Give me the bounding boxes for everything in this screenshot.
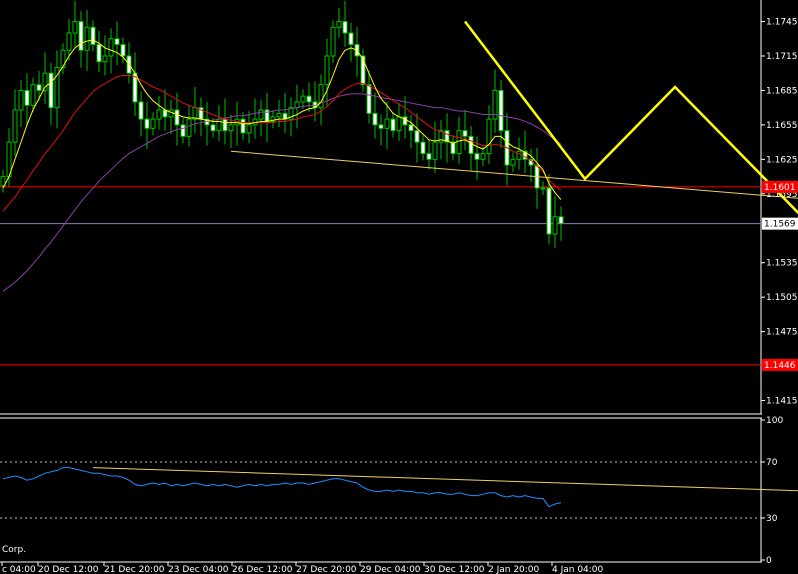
candle-body [66, 32, 72, 51]
candle-body [396, 116, 402, 132]
candle-body [258, 109, 264, 120]
price-axis-label: 1.1625 [766, 155, 798, 165]
candle-body [246, 124, 252, 134]
candle-body [222, 118, 228, 132]
chart-background [0, 0, 798, 574]
time-axis-label: 23 Dec 04:00 [168, 565, 229, 574]
candle-body [474, 153, 480, 160]
candle-body [498, 89, 504, 132]
price-axis-label: 1.1505 [766, 293, 798, 303]
candle-body [540, 187, 546, 190]
candle-body [276, 112, 282, 118]
candle-body [156, 109, 162, 120]
candle-body [30, 84, 36, 106]
candle-body [120, 43, 126, 57]
rsi-axis-label: 100 [766, 416, 783, 426]
candle-body [402, 116, 408, 126]
candle-body [174, 109, 180, 126]
candle-body [240, 118, 246, 134]
time-axis-label: 29 Dec 04:00 [360, 565, 421, 574]
time-axis-label: 4 Jan 04:00 [552, 565, 604, 574]
candle-body [516, 150, 522, 160]
candle-body [180, 124, 186, 137]
candle-body [48, 72, 54, 109]
candle-body [228, 124, 234, 132]
price-axis-label: 1.1745 [766, 18, 798, 28]
candle-body [192, 107, 198, 120]
candle-body [510, 158, 516, 166]
candle-body [96, 43, 102, 63]
time-axis-label: 26 Dec 12:00 [232, 565, 293, 574]
candle-body [186, 118, 192, 137]
candle-body [336, 21, 342, 28]
candle-body [90, 26, 96, 45]
candle-body [12, 109, 18, 143]
candle-body [390, 118, 396, 132]
candle-body [468, 135, 474, 155]
candle-body [84, 26, 90, 51]
candle-body [216, 118, 222, 132]
candle-body [456, 130, 462, 155]
candle-body [300, 95, 306, 103]
candle-body [18, 89, 24, 111]
candle-body [546, 187, 552, 235]
candle-body [114, 38, 120, 45]
candle-body [426, 153, 432, 160]
rsi-axis-label: 30 [766, 514, 778, 524]
candle-body [108, 38, 114, 57]
candle-body [78, 21, 84, 51]
price-tag-label: 1.1446 [764, 361, 796, 371]
time-axis-label: 27 Dec 20:00 [296, 565, 357, 574]
candle-body [378, 124, 384, 129]
time-axis-label: 30 Dec 12:00 [424, 565, 485, 574]
candle-body [102, 55, 108, 63]
candle-body [414, 130, 420, 143]
candle-body [36, 84, 42, 91]
candle-body [486, 118, 492, 155]
candle-body [72, 21, 78, 34]
price-axis-label: 1.1535 [766, 259, 798, 269]
time-axis-label: c 04:00 [2, 565, 36, 574]
footer-text: Corp. [2, 545, 26, 555]
candle-body [330, 26, 336, 57]
rsi-axis-label: 0 [766, 556, 772, 566]
price-tag-label: 1.1601 [764, 183, 796, 193]
candle-body [450, 141, 456, 155]
price-axis-label: 1.1715 [766, 52, 798, 62]
candle-body [210, 124, 216, 132]
candle-body [324, 55, 330, 86]
candle-body [150, 118, 156, 129]
time-axis-label: 20 Dec 12:00 [38, 565, 99, 574]
candle-body [306, 95, 312, 103]
candle-body [144, 118, 150, 129]
candle-body [24, 89, 30, 106]
candle-body [420, 141, 426, 155]
time-axis-label: 21 Dec 20:00 [104, 565, 165, 574]
price-axis-label: 1.1685 [766, 86, 798, 96]
candle-body [372, 112, 378, 126]
candle-body [558, 216, 564, 225]
candle-body [294, 101, 300, 109]
rsi-axis-label: 70 [766, 458, 778, 468]
candle-body [366, 84, 372, 114]
price-axis-label: 1.1655 [766, 121, 798, 131]
candle-body [138, 101, 144, 120]
candle-body [552, 216, 558, 235]
candle-body [318, 84, 324, 109]
chart-canvas: 1.17451.17151.16851.16551.16251.15951.15… [0, 0, 798, 574]
price-axis-label: 1.1415 [766, 397, 798, 407]
price-tag-label: 1.1569 [764, 220, 796, 230]
candle-body [462, 130, 468, 137]
time-axis-label: 2 Jan 20:00 [488, 565, 540, 574]
candle-body [168, 109, 174, 118]
candle-body [342, 21, 348, 34]
candle-body [348, 32, 354, 45]
candle-body [408, 124, 414, 132]
candle-body [432, 141, 438, 160]
candle-body [480, 153, 486, 160]
price-axis-label: 1.1475 [766, 328, 798, 338]
candle-body [384, 118, 390, 129]
